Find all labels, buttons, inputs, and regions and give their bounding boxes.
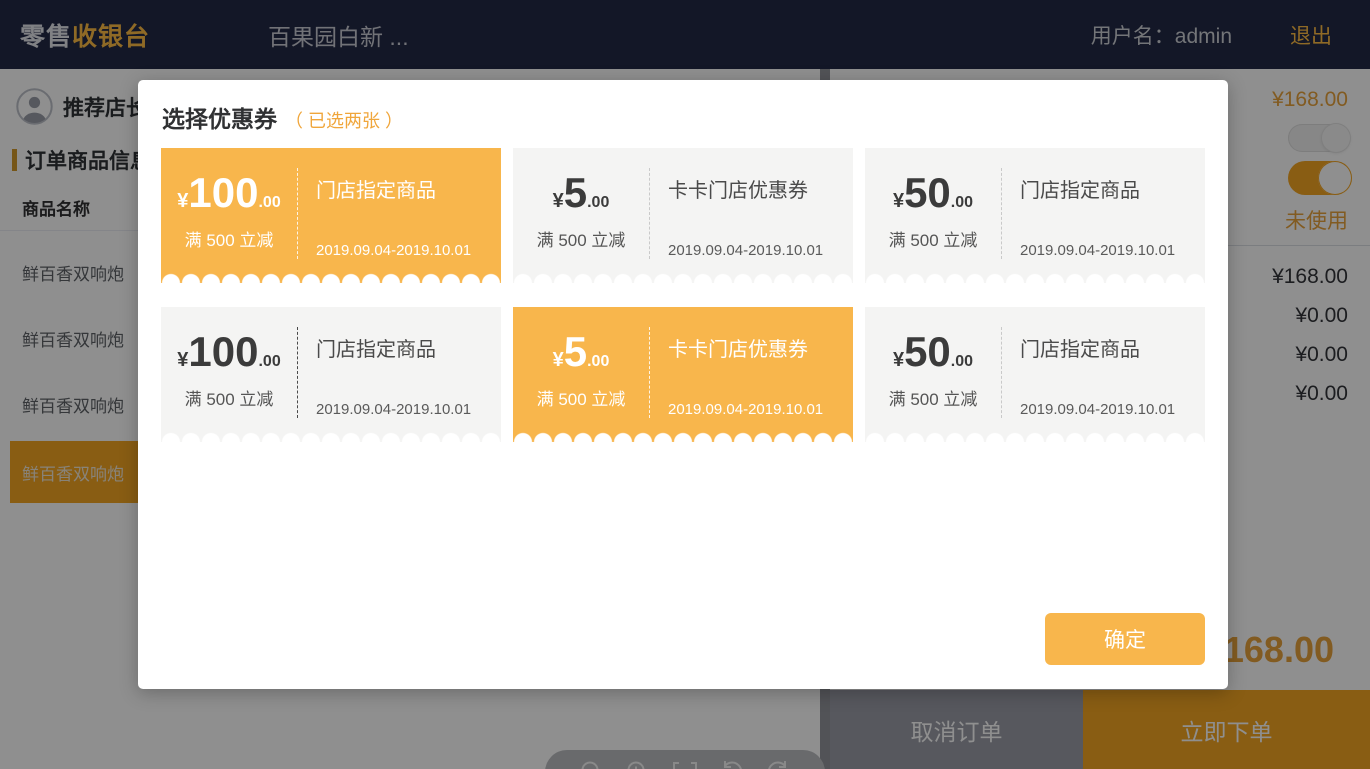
- coupon-card[interactable]: ¥5.00 满 500 立减 卡卡门店优惠券 2019.09.04-2019.1…: [513, 307, 853, 442]
- coupon-condition: 满 500 立减: [185, 385, 274, 410]
- coupon-condition: 满 500 立减: [185, 226, 274, 251]
- coupon-select-modal: 选择优惠券 （ 已选两张 ） ¥100.00 满 500 立减 门店指定商品 2…: [138, 80, 1228, 689]
- coupon-title: 门店指定商品: [1020, 174, 1205, 203]
- coupon-card[interactable]: ¥5.00 满 500 立减 卡卡门店优惠券 2019.09.04-2019.1…: [513, 148, 853, 283]
- coupon-amount: 5: [564, 328, 587, 375]
- coupon-cents: .00: [587, 353, 609, 370]
- coupon-validity-date: 2019.09.04-2019.10.01: [316, 242, 501, 259]
- coupon-amount: 100: [188, 169, 258, 216]
- currency-symbol: ¥: [893, 190, 904, 212]
- coupon-price: ¥5.00: [553, 331, 610, 373]
- coupon-title: 门店指定商品: [316, 333, 501, 362]
- currency-symbol: ¥: [177, 190, 188, 212]
- coupon-card[interactable]: ¥100.00 满 500 立减 门店指定商品 2019.09.04-2019.…: [161, 148, 501, 283]
- coupon-cents: .00: [258, 353, 280, 370]
- coupon-cents: .00: [258, 194, 280, 211]
- coupon-validity-date: 2019.09.04-2019.10.01: [668, 242, 853, 259]
- coupon-title: 卡卡门店优惠券: [668, 333, 853, 362]
- confirm-button[interactable]: 确定: [1045, 613, 1205, 665]
- coupon-grid: ¥100.00 满 500 立减 门店指定商品 2019.09.04-2019.…: [161, 148, 1205, 442]
- coupon-validity-date: 2019.09.04-2019.10.01: [668, 401, 853, 418]
- coupon-amount: 50: [904, 328, 951, 375]
- currency-symbol: ¥: [177, 349, 188, 371]
- modal-selected-note: （ 已选两张 ）: [285, 107, 403, 133]
- coupon-validity-date: 2019.09.04-2019.10.01: [316, 401, 501, 418]
- coupon-cents: .00: [951, 353, 973, 370]
- coupon-validity-date: 2019.09.04-2019.10.01: [1020, 242, 1205, 259]
- coupon-condition: 满 500 立减: [889, 385, 978, 410]
- coupon-card[interactable]: ¥50.00 满 500 立减 门店指定商品 2019.09.04-2019.1…: [865, 307, 1205, 442]
- coupon-condition: 满 500 立减: [889, 226, 978, 251]
- coupon-condition: 满 500 立减: [537, 226, 626, 251]
- coupon-title: 门店指定商品: [1020, 333, 1205, 362]
- currency-symbol: ¥: [553, 190, 564, 212]
- coupon-title: 卡卡门店优惠券: [668, 174, 853, 203]
- coupon-price: ¥50.00: [893, 172, 973, 214]
- coupon-amount: 5: [564, 169, 587, 216]
- coupon-price: ¥100.00: [177, 172, 280, 214]
- coupon-amount: 50: [904, 169, 951, 216]
- coupon-price: ¥5.00: [553, 172, 610, 214]
- coupon-cents: .00: [587, 194, 609, 211]
- coupon-validity-date: 2019.09.04-2019.10.01: [1020, 401, 1205, 418]
- currency-symbol: ¥: [553, 349, 564, 371]
- coupon-cents: .00: [951, 194, 973, 211]
- coupon-price: ¥50.00: [893, 331, 973, 373]
- coupon-card[interactable]: ¥50.00 满 500 立减 门店指定商品 2019.09.04-2019.1…: [865, 148, 1205, 283]
- coupon-card[interactable]: ¥100.00 满 500 立减 门店指定商品 2019.09.04-2019.…: [161, 307, 501, 442]
- currency-symbol: ¥: [893, 349, 904, 371]
- modal-title: 选择优惠券: [162, 100, 277, 134]
- coupon-title: 门店指定商品: [316, 174, 501, 203]
- coupon-condition: 满 500 立减: [537, 385, 626, 410]
- coupon-price: ¥100.00: [177, 331, 280, 373]
- coupon-amount: 100: [188, 328, 258, 375]
